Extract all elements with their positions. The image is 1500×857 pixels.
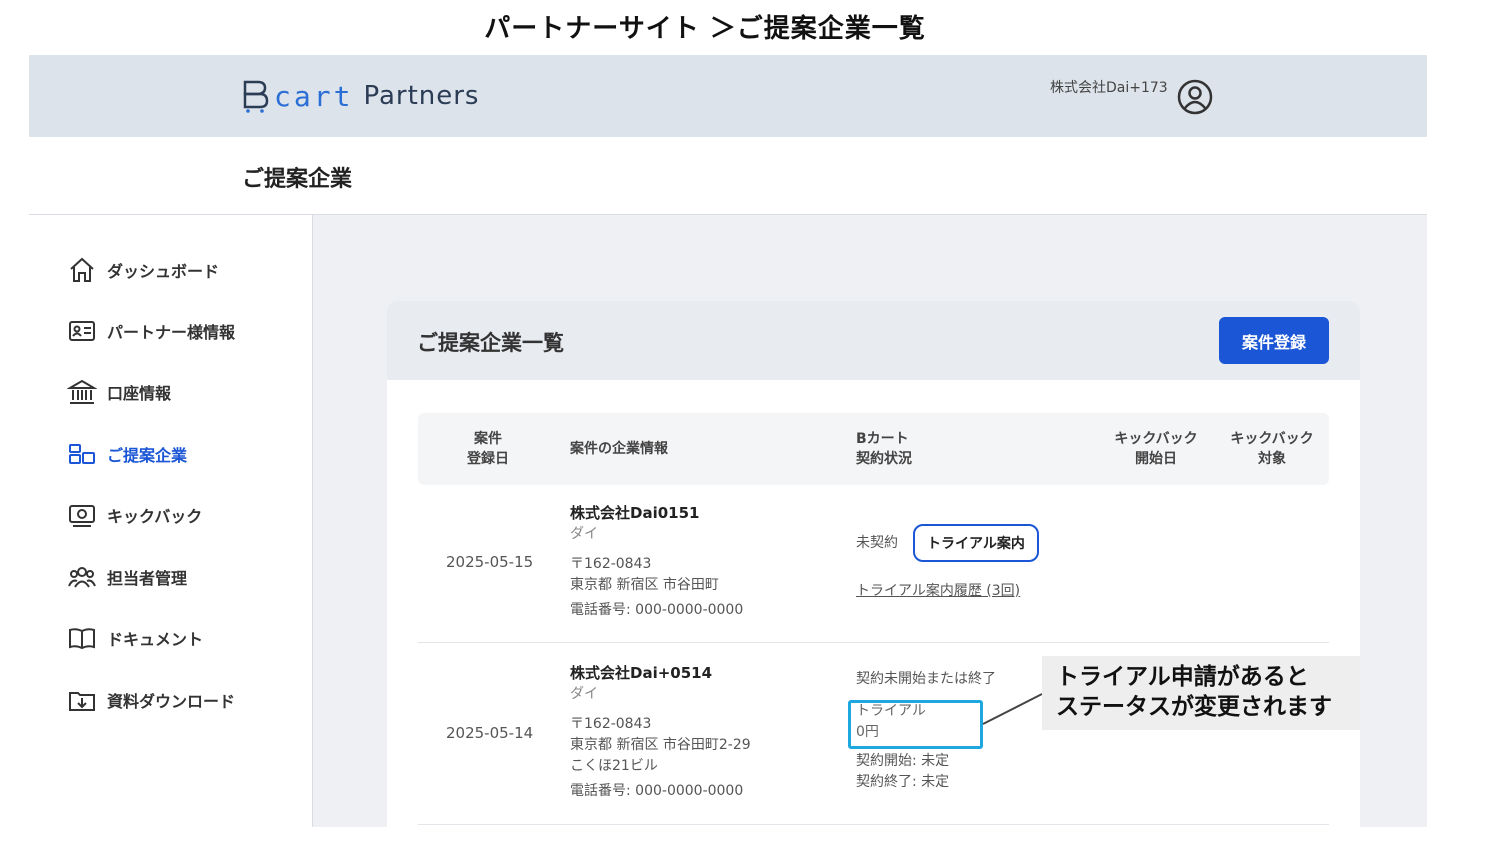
sidebar-item-proposals[interactable]: ご提案企業 bbox=[67, 439, 187, 469]
company-kana: ダイ bbox=[570, 526, 598, 542]
book-icon bbox=[69, 628, 95, 650]
row-company-info: 株式会社Dai0151 ダイ 〒162-0843 東京都 新宿区 市谷田町 電話… bbox=[570, 503, 743, 621]
highlight-box bbox=[848, 700, 983, 749]
sidebar-item-label: キックバック bbox=[107, 507, 203, 526]
money-icon bbox=[69, 505, 95, 527]
app-header: cart Partners 株式会社Dai+173 bbox=[29, 55, 1427, 137]
home-icon bbox=[70, 257, 94, 282]
sidebar-item-bank[interactable]: 口座情報 bbox=[67, 377, 171, 407]
page-title: ご提案企業 bbox=[242, 167, 353, 192]
header-company-info: 案件の企業情報 bbox=[570, 441, 668, 457]
company-kana: ダイ bbox=[570, 686, 598, 702]
company-phone: 電話番号: 000-0000-0000 bbox=[570, 602, 744, 618]
row-status: 契約未開始または終了 bbox=[856, 671, 996, 687]
sidebar-item-label: 担当者管理 bbox=[107, 569, 188, 588]
row-company-info: 株式会社Dai+0514 ダイ 〒162-0843 東京都 新宿区 市谷田町2-… bbox=[570, 663, 751, 802]
company-name-cell: 株式会社Dai+0514 bbox=[570, 664, 713, 682]
company-phone: 電話番号: 000-0000-0000 bbox=[570, 783, 744, 799]
sidebar-item-download[interactable]: 資料ダウンロード bbox=[67, 685, 235, 715]
company-address: 東京都 新宿区 市谷田町 bbox=[570, 577, 719, 593]
header-status: Bカート 契約状況 bbox=[856, 431, 912, 467]
header-registered: 案件 登録日 bbox=[467, 431, 509, 467]
logo-cart-text: cart bbox=[274, 79, 354, 113]
card-title: ご提案企業一覧 bbox=[417, 331, 564, 355]
sidebar-item-label: ご提案企業 bbox=[107, 446, 188, 465]
callout-note: トライアル申請があると ステータスが変更されます bbox=[1042, 656, 1360, 730]
company-zip: 〒162-0843 bbox=[570, 716, 652, 732]
header-kickback-target: キックバック 対象 bbox=[1230, 431, 1314, 467]
company-address: 東京都 新宿区 市谷田町2-29 bbox=[570, 737, 751, 753]
card-header: ご提案企業一覧 案件登録 bbox=[387, 301, 1360, 380]
table-header: 案件 登録日 案件の企業情報 Bカート 契約状況 キックバック 開始日 キックバック対… bbox=[418, 413, 1329, 485]
company-name: 株式会社Dai+173 bbox=[1050, 80, 1168, 96]
trial-guide-button[interactable]: トライアル案内 bbox=[913, 524, 1039, 562]
logo[interactable]: cart Partners bbox=[242, 79, 479, 113]
contract-start: 契約開始: 未定 bbox=[856, 753, 950, 769]
page-title-bar: ご提案企業 bbox=[29, 137, 1427, 215]
table-row: 2025-05-15 株式会社Dai0151 ダイ 〒162-0843 東京都 … bbox=[418, 485, 1329, 643]
caption-title: パートナーサイト ＞ご提案企業一覧 bbox=[484, 14, 926, 44]
sidebar: ダッシュボード パートナー様情報 口座情報 ご提案企業 キックバック 担当者管理… bbox=[29, 215, 313, 827]
callout-line-2: ステータスが変更されます bbox=[1056, 694, 1332, 720]
logo-partners-text: Partners bbox=[363, 81, 480, 111]
sidebar-item-label: ダッシュボード bbox=[107, 262, 220, 281]
register-case-button[interactable]: 案件登録 bbox=[1219, 317, 1329, 364]
header-kickback-start: キックバック 開始日 bbox=[1114, 431, 1198, 467]
row-status: 未契約 bbox=[856, 535, 898, 551]
logo-b-icon bbox=[243, 80, 269, 113]
sidebar-item-partner-info[interactable]: パートナー様情報 bbox=[67, 316, 235, 346]
sidebar-item-staff[interactable]: 担当者管理 bbox=[67, 562, 187, 592]
sidebar-item-kickback[interactable]: キックバック bbox=[67, 500, 202, 530]
sidebar-item-label: 資料ダウンロード bbox=[107, 692, 236, 711]
sidebar-item-label: ドキュメント bbox=[107, 630, 204, 649]
company-name-cell: 株式会社Dai0151 bbox=[570, 504, 700, 522]
row-date: 2025-05-15 bbox=[446, 553, 534, 571]
row-date: 2025-05-14 bbox=[446, 724, 534, 742]
sidebar-item-dashboard[interactable]: ダッシュボード bbox=[67, 255, 219, 285]
sidebar-item-documents[interactable]: ドキュメント bbox=[67, 623, 203, 653]
sidebar-item-label: 口座情報 bbox=[107, 384, 172, 403]
user-circle-icon[interactable] bbox=[1177, 79, 1213, 115]
sidebar-item-label: パートナー様情報 bbox=[107, 323, 236, 342]
callout-line-1: トライアル申請があると bbox=[1056, 664, 1309, 690]
users-icon bbox=[68, 567, 96, 588]
contract-end: 契約終了: 未定 bbox=[856, 774, 950, 790]
id-card-icon bbox=[69, 321, 95, 341]
download-icon bbox=[69, 692, 95, 711]
row-contract-dates: 契約開始: 未定 契約終了: 未定 bbox=[856, 751, 949, 793]
company-building: こくほ21ビル bbox=[570, 758, 658, 774]
proposal-icon bbox=[69, 444, 95, 464]
bank-icon bbox=[67, 379, 97, 404]
trial-history-link[interactable]: トライアル案内履歴 (3回) bbox=[856, 581, 1020, 602]
company-zip: 〒162-0843 bbox=[570, 556, 652, 572]
